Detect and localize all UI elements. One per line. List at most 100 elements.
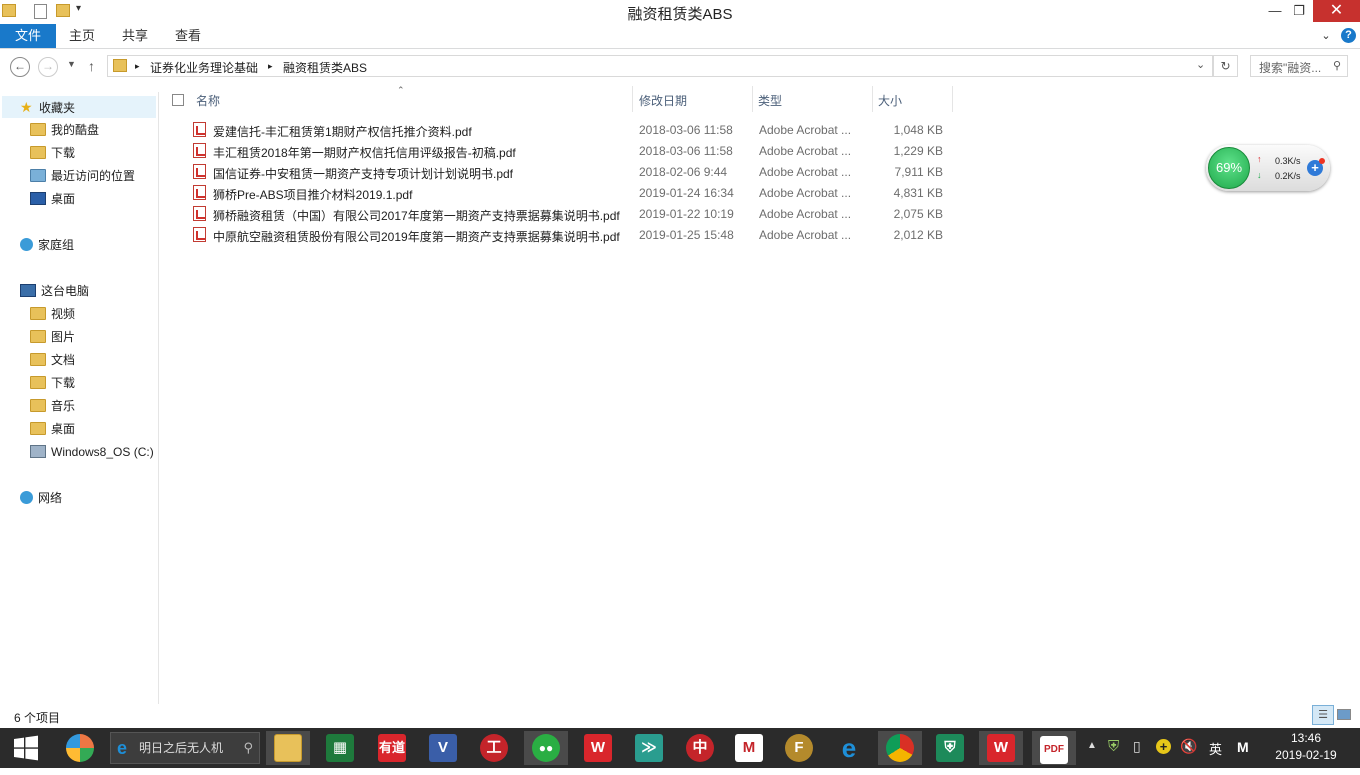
- column-header-date[interactable]: 修改日期: [639, 92, 687, 109]
- nav-homegroup[interactable]: 家庭组: [20, 234, 74, 256]
- taskbar-app[interactable]: 中: [678, 731, 722, 765]
- file-date: 2019-01-22 10:19: [639, 207, 734, 221]
- column-divider[interactable]: [752, 86, 753, 112]
- nav-item-downloads-pc[interactable]: 下载: [30, 372, 75, 394]
- minimize-button[interactable]: —: [1265, 0, 1285, 22]
- back-button[interactable]: ←: [10, 57, 30, 77]
- taskbar-app[interactable]: ≫: [627, 731, 671, 765]
- nav-thispc[interactable]: 这台电脑: [20, 280, 89, 302]
- file-row[interactable]: 中原航空融资租赁股份有限公司2019年度第一期资产支持票据募集说明书.pdf 2…: [189, 225, 949, 246]
- file-row[interactable]: 丰汇租赁2018年第一期财产权信托信用评级报告-初稿.pdf 2018-03-0…: [189, 141, 949, 162]
- file-row[interactable]: 爱建信托-丰汇租赁第1期财产权信托推介资料.pdf 2018-03-06 11:…: [189, 120, 949, 141]
- nav-item-desktop[interactable]: 桌面: [30, 188, 75, 210]
- taskbar-app[interactable]: W: [979, 731, 1023, 765]
- breadcrumb-item[interactable]: 融资租赁类ABS: [283, 59, 367, 76]
- close-button[interactable]: ✕: [1313, 0, 1360, 22]
- column-header-name[interactable]: 名称: [196, 92, 220, 109]
- help-icon[interactable]: ?: [1341, 28, 1356, 43]
- taskbar-app[interactable]: F: [777, 731, 821, 765]
- forward-button[interactable]: →: [38, 57, 58, 77]
- file-row[interactable]: 国信证券-中安租赁一期资产支持专项计划计划说明书.pdf 2018-02-06 …: [189, 162, 949, 183]
- nav-item-documents[interactable]: 文档: [30, 349, 75, 371]
- tray-device-icon[interactable]: ▯: [1133, 738, 1141, 755]
- taskbar-search-box[interactable]: e 明日之后无人机 ⚲: [110, 732, 260, 764]
- nav-item-recent[interactable]: 最近访问的位置: [30, 165, 135, 187]
- details-view-icon[interactable]: ☰: [1312, 705, 1334, 725]
- column-divider[interactable]: [632, 86, 633, 112]
- nav-network[interactable]: 网络: [20, 487, 62, 509]
- large-icons-view-icon[interactable]: [1337, 709, 1351, 720]
- file-date: 2018-02-06 9:44: [639, 165, 728, 179]
- file-date: 2018-03-06 11:58: [639, 144, 733, 158]
- nav-item-desktop-pc[interactable]: 桌面: [30, 418, 75, 440]
- file-size: 1,229 KB: [893, 144, 943, 158]
- nav-item-videos[interactable]: 视频: [30, 303, 75, 325]
- taskbar-app[interactable]: [878, 731, 922, 765]
- file-size: 2,012 KB: [893, 228, 943, 242]
- nav-item-drive-c[interactable]: Windows8_OS (C:): [30, 441, 154, 463]
- start-button[interactable]: [4, 731, 48, 765]
- file-name: 狮桥Pre-ABS项目推介材料2019.1.pdf: [213, 188, 413, 202]
- breadcrumb-item[interactable]: 证券化业务理论基础: [150, 59, 258, 76]
- file-name: 丰汇租赁2018年第一期财产权信托信用评级报告-初稿.pdf: [213, 146, 516, 160]
- volume-muted-icon[interactable]: 🔇: [1180, 738, 1197, 755]
- address-history-icon[interactable]: ⌄: [1196, 58, 1205, 71]
- file-row[interactable]: 狮桥融资租赁（中国）有限公司2017年度第一期资产支持票据募集说明书.pdf 2…: [189, 204, 949, 225]
- breadcrumb-separator-icon[interactable]: ▸: [135, 61, 140, 72]
- taskbar-app[interactable]: ▦: [318, 731, 362, 765]
- expand-ribbon-icon[interactable]: ⌄: [1318, 24, 1334, 48]
- nav-item-kupan[interactable]: 我的酷盘: [30, 119, 99, 141]
- tray-shield-icon[interactable]: ⛨: [1108, 738, 1119, 755]
- taskbar-app[interactable]: 工: [472, 731, 516, 765]
- file-date: 2019-01-24 16:34: [639, 186, 734, 200]
- breadcrumb-separator-icon[interactable]: ▸: [268, 61, 273, 72]
- tab-share[interactable]: 共享: [115, 24, 155, 48]
- network-speed-widget[interactable]: 69% ↑ 0.3K/s ↓ 0.2K/s +: [1206, 145, 1330, 191]
- desktop-icon: [30, 192, 46, 205]
- column-header-type[interactable]: 类型: [758, 92, 782, 109]
- taskbar-app[interactable]: e: [827, 731, 871, 765]
- column-header-size[interactable]: 大小: [878, 92, 902, 109]
- f-app-icon: F: [785, 734, 813, 762]
- file-size: 4,831 KB: [893, 186, 943, 200]
- up-button[interactable]: ↑: [88, 58, 95, 74]
- refresh-button[interactable]: ↻: [1213, 55, 1238, 77]
- file-row[interactable]: 狮桥Pre-ABS项目推介材料2019.1.pdf 2019-01-24 16:…: [189, 183, 949, 204]
- nav-item-downloads[interactable]: 下载: [30, 142, 75, 164]
- memory-usage-badge[interactable]: 69%: [1208, 147, 1250, 189]
- nav-item-music[interactable]: 音乐: [30, 395, 75, 417]
- taskbar-app[interactable]: ●●: [524, 731, 568, 765]
- column-divider[interactable]: [952, 86, 953, 112]
- drive-icon: [30, 445, 46, 458]
- taskbar-app[interactable]: PDF: [1032, 731, 1076, 765]
- restore-button[interactable]: ❐: [1289, 0, 1309, 22]
- taskbar-app[interactable]: W: [576, 731, 620, 765]
- taskbar-app[interactable]: ⛨: [928, 731, 972, 765]
- security-shield-icon: ⛨: [936, 734, 964, 762]
- select-all-checkbox[interactable]: [172, 94, 184, 106]
- ie-small-icon: e: [117, 738, 128, 758]
- taskbar-app[interactable]: 有道: [370, 731, 414, 765]
- tab-view[interactable]: 查看: [168, 24, 208, 48]
- ime-language[interactable]: 英: [1209, 739, 1222, 758]
- tab-home[interactable]: 主页: [62, 24, 102, 48]
- pdf-file-icon: [193, 143, 206, 158]
- taskbar-app[interactable]: V: [421, 731, 465, 765]
- recent-locations-icon[interactable]: ▼: [67, 59, 76, 69]
- nav-favorites[interactable]: ★ 收藏夹: [2, 96, 156, 118]
- ime-mode[interactable]: M: [1237, 739, 1249, 755]
- nav-item-pictures[interactable]: 图片: [30, 326, 75, 348]
- file-size: 1,048 KB: [893, 123, 943, 137]
- star-icon: ★: [20, 99, 33, 115]
- taskbar-app[interactable]: [266, 731, 310, 765]
- tab-file[interactable]: 文件: [0, 24, 56, 48]
- clock[interactable]: 13:46 2019-02-19: [1266, 730, 1346, 764]
- taskbar-app[interactable]: M: [727, 731, 771, 765]
- tray-add-icon[interactable]: +: [1156, 739, 1171, 754]
- browser-360-icon[interactable]: [58, 731, 102, 765]
- address-bar[interactable]: ▸ 证券化业务理论基础 ▸ 融资租赁类ABS ⌄: [107, 55, 1213, 77]
- show-hidden-icons[interactable]: ▲: [1087, 740, 1097, 751]
- pictures-folder-icon: [30, 330, 46, 343]
- file-explorer-icon: [274, 734, 302, 762]
- column-divider[interactable]: [872, 86, 873, 112]
